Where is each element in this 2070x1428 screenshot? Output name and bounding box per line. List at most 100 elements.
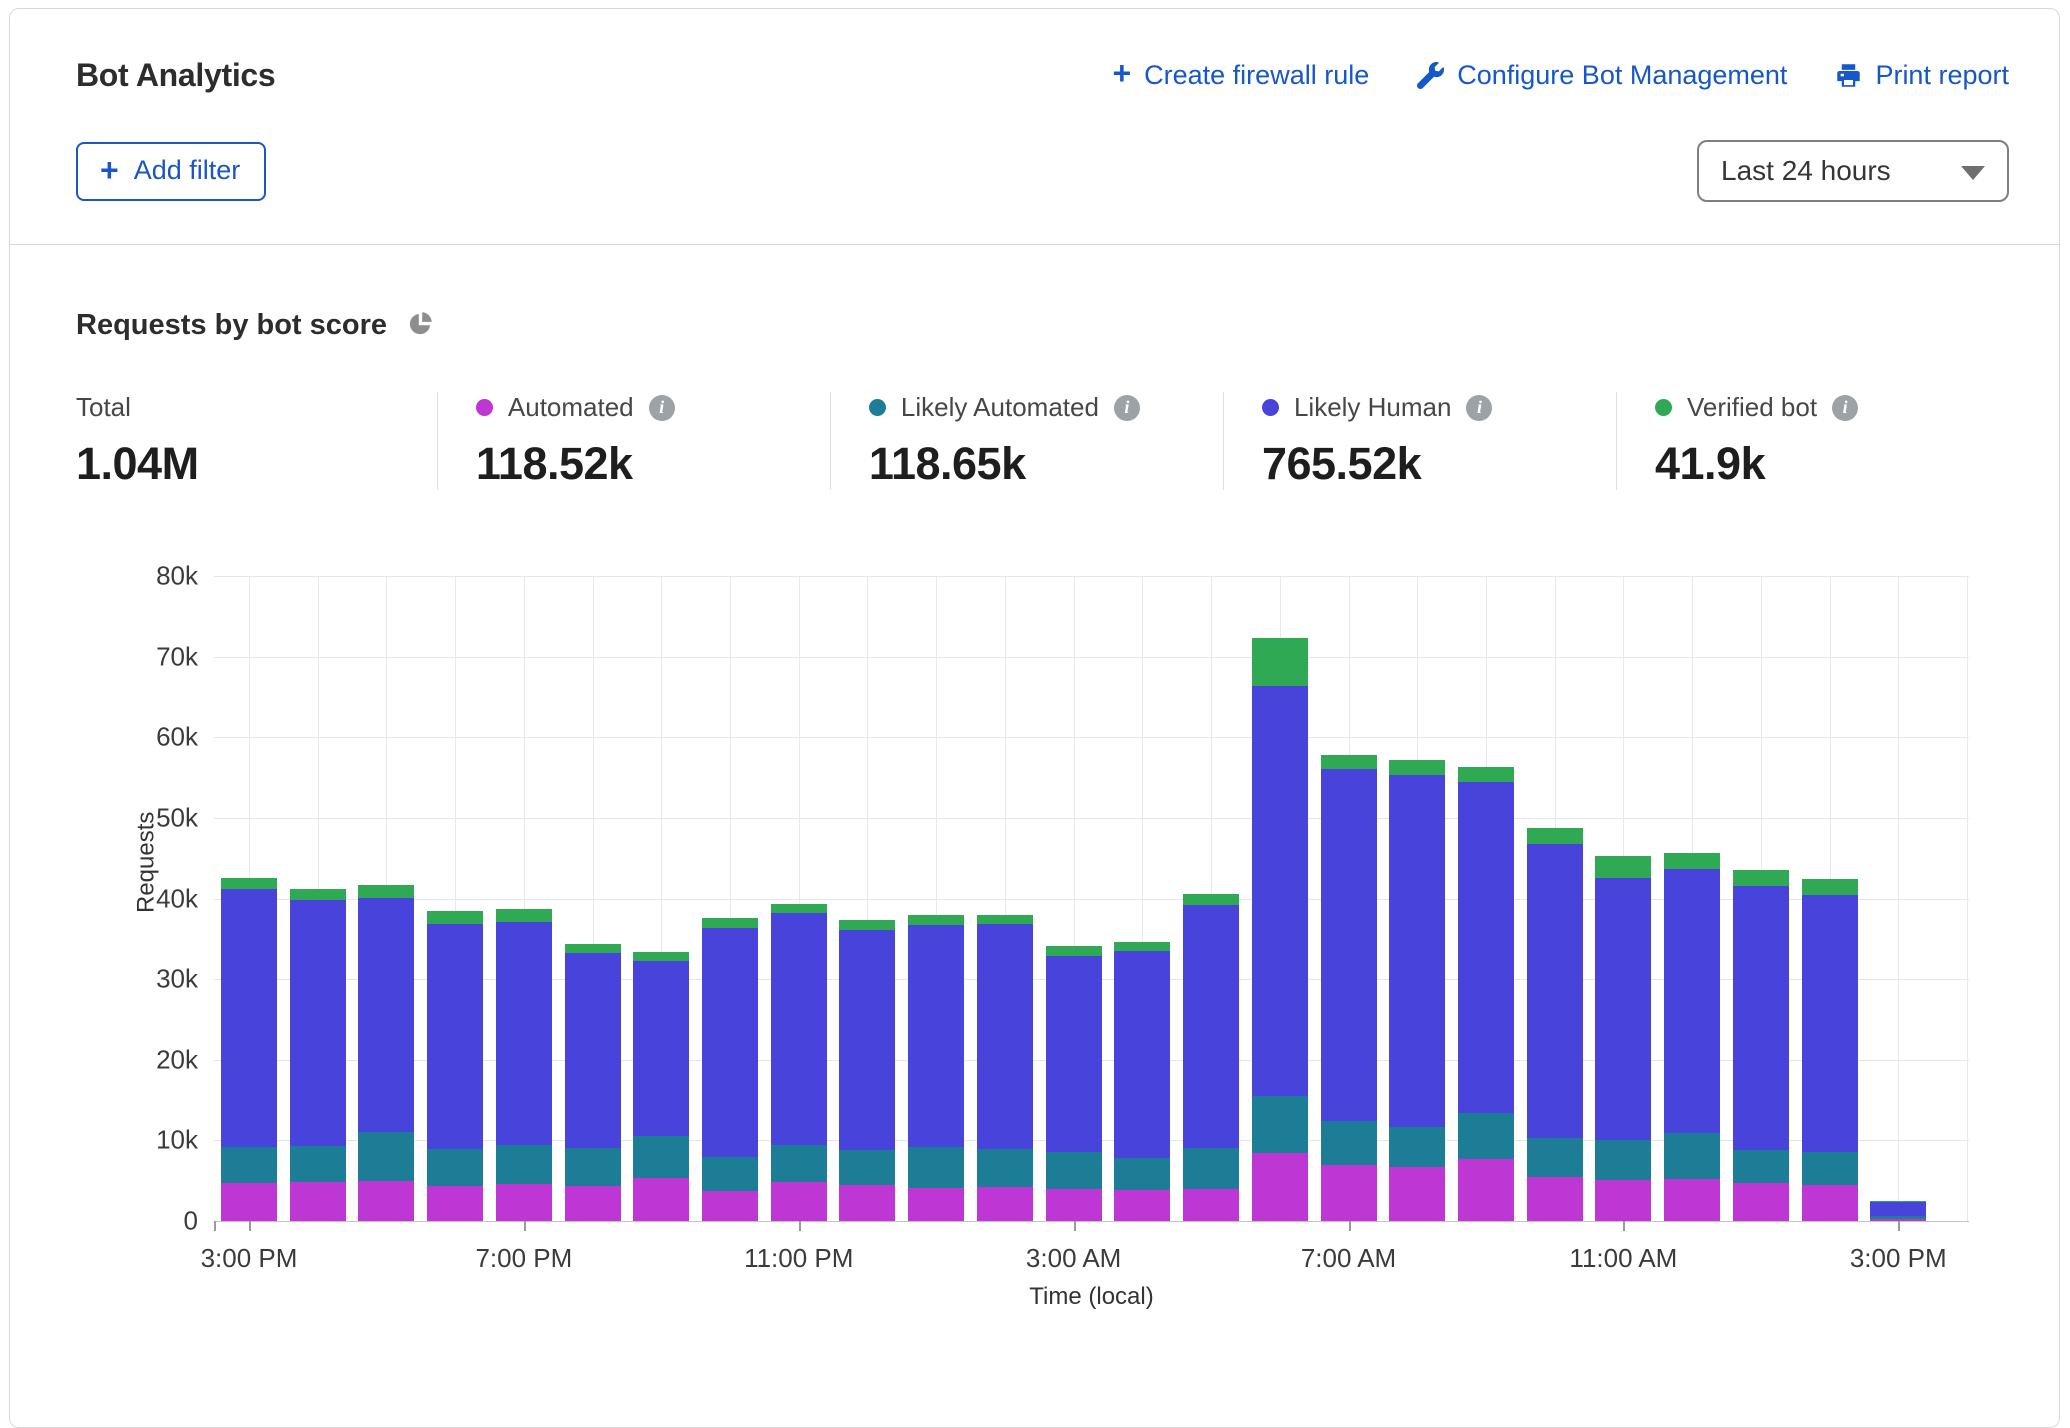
bar-900pm-6[interactable] [633, 952, 689, 1221]
x-axis-title: Time (local) [1029, 1283, 1153, 1311]
bar-100pm-22[interactable] [1733, 870, 1789, 1221]
bar-200am-11[interactable] [977, 915, 1033, 1221]
bar-segment-verified-bot [496, 909, 552, 922]
bar-300pm-24[interactable] [1870, 1201, 1926, 1221]
legend-dot [869, 399, 886, 416]
x-axis-tick [1898, 1221, 1900, 1231]
action-label: Create firewall rule [1144, 60, 1369, 91]
bar-segment-verified-bot [1046, 946, 1102, 956]
bar-segment-automated [1595, 1180, 1651, 1221]
gridline-h [214, 1221, 1969, 1222]
bar-segment-likely-human [1183, 905, 1239, 1148]
action-label: Print report [1875, 60, 2009, 91]
bar-segment-likely-automated [1733, 1150, 1789, 1183]
x-axis-tick [1349, 1221, 1351, 1231]
y-axis-title: Requests [133, 811, 161, 912]
bar-900am-18[interactable] [1458, 767, 1514, 1221]
bar-segment-verified-bot [358, 885, 414, 898]
bar-segment-verified-bot [702, 918, 758, 928]
bar-segment-verified-bot [908, 915, 964, 925]
bar-400am-13[interactable] [1114, 942, 1170, 1221]
bar-segment-automated [1252, 1153, 1308, 1221]
gridline-h [214, 576, 1969, 577]
bar-700am-16[interactable] [1321, 755, 1377, 1221]
bar-500pm-2[interactable] [358, 885, 414, 1221]
bar-segment-verified-bot [839, 920, 895, 930]
gridline-v [1967, 576, 1968, 1221]
bar-segment-automated [496, 1184, 552, 1221]
bar-segment-verified-bot [290, 889, 346, 900]
bar-800pm-5[interactable] [565, 944, 621, 1221]
bar-segment-likely-human [1664, 869, 1720, 1133]
bar-segment-likely-automated [496, 1145, 552, 1184]
bar-segment-likely-automated [1458, 1113, 1514, 1159]
bar-segment-likely-automated [1046, 1152, 1102, 1188]
bar-100am-10[interactable] [908, 915, 964, 1221]
bar-segment-likely-automated [1802, 1152, 1858, 1185]
gridline-h [214, 657, 1969, 658]
card-header: Bot Analytics +Create firewall ruleConfi… [10, 9, 2059, 245]
stat-label: Likely Automated [901, 392, 1099, 423]
stats-row: Total1.04MAutomatedi118.52kLikely Automa… [76, 392, 2009, 490]
bar-700pm-4[interactable] [496, 909, 552, 1221]
info-icon[interactable]: i [649, 395, 675, 421]
bar-200pm-23[interactable] [1802, 879, 1858, 1221]
gridline-h [214, 818, 1969, 819]
bar-segment-likely-automated [771, 1145, 827, 1182]
bar-400pm-1[interactable] [290, 889, 346, 1221]
add-filter-button[interactable]: + Add filter [76, 142, 266, 201]
bar-600am-15[interactable] [1252, 638, 1308, 1221]
y-tick-label: 30k [88, 964, 198, 995]
stat-label: Total [76, 392, 131, 423]
bar-1000pm-7[interactable] [702, 918, 758, 1221]
y-tick-label: 20k [88, 1044, 198, 1075]
stat-verified-bot: Verified boti41.9k [1616, 392, 2009, 490]
bar-1200pm-21[interactable] [1664, 853, 1720, 1221]
bar-300pm-0[interactable] [221, 878, 277, 1221]
action-create-firewall-rule[interactable]: +Create firewall rule [1112, 60, 1369, 91]
bar-300am-12[interactable] [1046, 946, 1102, 1221]
action-configure-bot-management[interactable]: Configure Bot Management [1417, 60, 1787, 91]
bar-segment-likely-automated [221, 1147, 277, 1183]
bar-segment-automated [565, 1186, 621, 1221]
y-tick-label: 10k [88, 1125, 198, 1156]
x-tick-label: 3:00 AM [1026, 1243, 1121, 1274]
x-tick-label: 11:00 PM [744, 1243, 853, 1274]
chevron-down-icon [1961, 166, 1985, 180]
bar-segment-likely-human [1595, 878, 1651, 1140]
printer-icon [1835, 62, 1862, 89]
time-range-dropdown[interactable]: Last 24 hours [1697, 140, 2009, 202]
plus-icon: + [100, 157, 119, 183]
x-tick-label: 3:00 PM [1850, 1243, 1947, 1274]
bar-segment-automated [1046, 1189, 1102, 1221]
stat-value: 118.65k [869, 438, 1213, 490]
bar-segment-likely-automated [565, 1148, 621, 1186]
bar-segment-automated [1733, 1183, 1789, 1221]
info-icon[interactable]: i [1832, 395, 1858, 421]
bar-segment-automated [1321, 1165, 1377, 1221]
bar-1000am-19[interactable] [1527, 828, 1583, 1221]
plot-area: 010k20k30k40k50k60k70k80k3:00 PM7:00 PM1… [214, 576, 1969, 1221]
bar-1100am-20[interactable] [1595, 856, 1651, 1221]
bar-segment-automated [1183, 1189, 1239, 1221]
y-tick-label: 0 [88, 1206, 198, 1237]
action-print-report[interactable]: Print report [1835, 60, 2009, 91]
bar-segment-likely-automated [1664, 1133, 1720, 1179]
bar-1100pm-8[interactable] [771, 904, 827, 1221]
x-axis-tick [799, 1221, 801, 1231]
bar-segment-automated [221, 1183, 277, 1221]
bar-segment-verified-bot [1733, 870, 1789, 885]
bar-segment-likely-human [358, 898, 414, 1133]
y-tick-label: 80k [88, 561, 198, 592]
bar-segment-automated [1389, 1167, 1445, 1221]
bar-500am-14[interactable] [1183, 894, 1239, 1221]
info-icon[interactable]: i [1466, 395, 1492, 421]
bar-segment-likely-automated [1527, 1138, 1583, 1178]
legend-dot [476, 399, 493, 416]
bar-1200am-9[interactable] [839, 920, 895, 1221]
bar-800am-17[interactable] [1389, 760, 1445, 1221]
info-icon[interactable]: i [1114, 395, 1140, 421]
add-filter-label: Add filter [134, 155, 241, 186]
bar-600pm-3[interactable] [427, 911, 483, 1221]
bar-segment-likely-automated [702, 1157, 758, 1191]
